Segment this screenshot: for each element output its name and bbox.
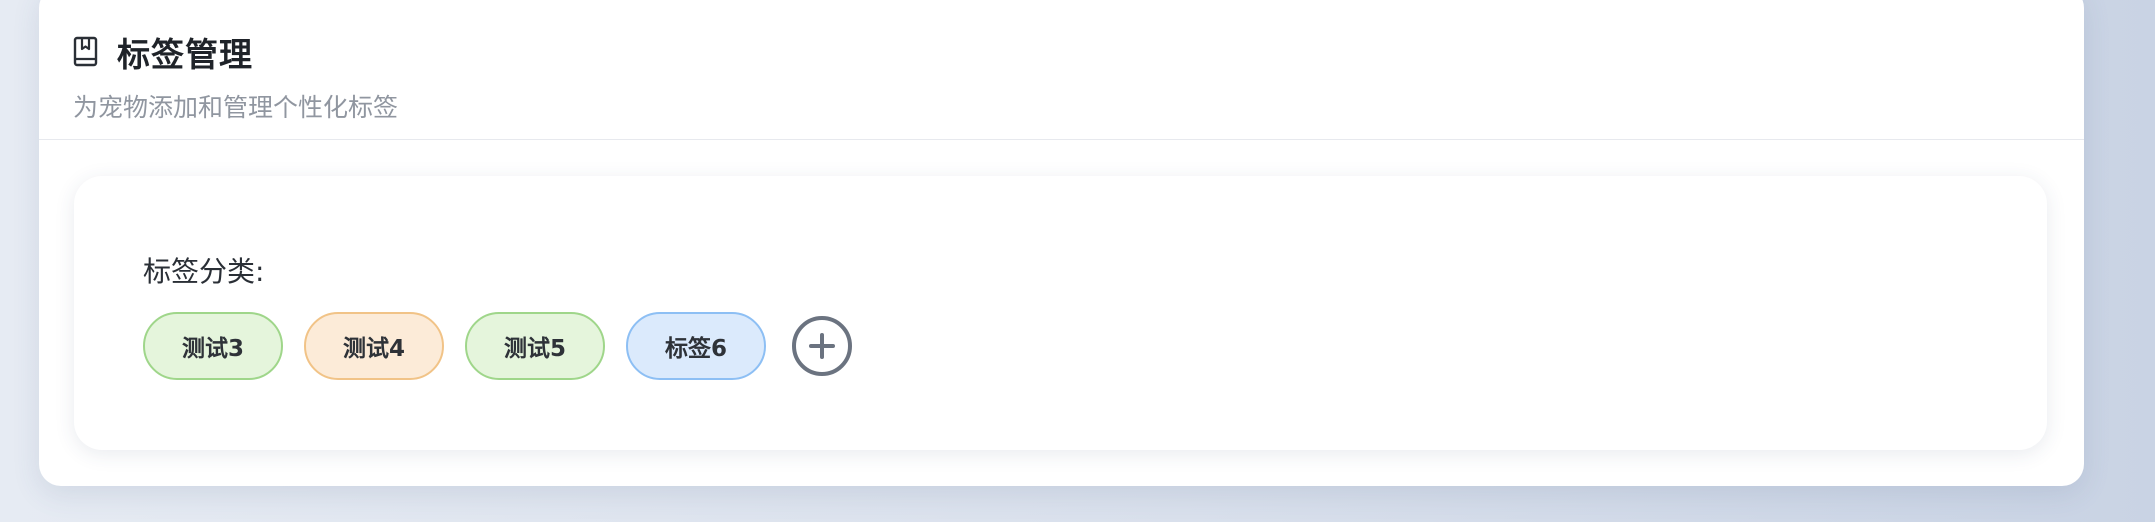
page-title: 标签管理 (117, 35, 253, 74)
tag-chip-label: 测试5 (503, 336, 566, 362)
tag-chip-label: 测试4 (342, 336, 405, 362)
add-tag-button[interactable] (792, 316, 852, 376)
plus-icon (809, 333, 835, 359)
tag-category-label: 标签分类: (143, 255, 265, 288)
book-icon (73, 35, 103, 69)
title-row: 标签管理 (73, 30, 2084, 74)
tag-chip[interactable]: 测试5 (465, 312, 605, 380)
tag-list: 测试3 测试4 测试5 标签6 (143, 312, 852, 380)
tag-panel: 标签分类: 测试3 测试4 测试5 标签6 (74, 176, 2047, 450)
card-header: 标签管理 为宠物添加和管理个性化标签 (39, 0, 2084, 140)
page-subtitle: 为宠物添加和管理个性化标签 (73, 93, 399, 122)
tag-chip[interactable]: 标签6 (626, 312, 766, 380)
tag-chip-label: 标签6 (664, 336, 727, 362)
tag-management-card: 标签管理 为宠物添加和管理个性化标签 标签分类: 测试3 测试4 测试5 标签6 (39, 0, 2084, 486)
tag-chip[interactable]: 测试3 (143, 312, 283, 380)
tag-chip[interactable]: 测试4 (304, 312, 444, 380)
tag-chip-label: 测试3 (181, 336, 244, 362)
